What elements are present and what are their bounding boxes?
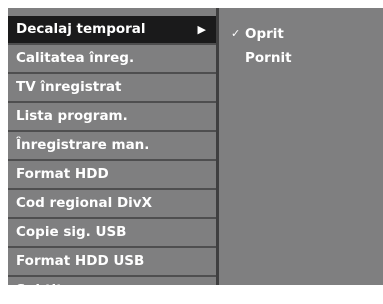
submenu-option-off[interactable]: ✓ Oprit [219,24,383,44]
menu-item-label: Subtitr. [16,282,73,298]
menu-item-manual-recording[interactable]: Înregistrare man. [8,132,216,159]
menu-item-recording-quality[interactable]: Calitatea înreg. [8,45,216,72]
submenu-option-label: Pornit [245,50,292,66]
main-menu: Decalaj temporal ▶ Calitatea înreg. TV î… [8,8,216,298]
menu-item-label: Lista program. [16,108,128,124]
checkmark-icon: ✓ [231,27,241,40]
menu-item-format-hdd[interactable]: Format HDD [8,161,216,188]
menu-item-label: Decalaj temporal [16,21,146,37]
menu-item-label: Copie sig. USB [16,224,127,240]
submenu-option-label: Oprit [245,26,284,42]
menu-item-label: TV înregistrat [16,79,122,95]
menu-item-label: Calitatea înreg. [16,50,135,66]
menu-item-subtitles[interactable]: Subtitr. [8,277,216,304]
submenu-panel: ✓ Oprit Pornit [219,8,383,285]
menu-item-label: Format HDD [16,166,109,182]
menu-item-recorded-tv[interactable]: TV înregistrat [8,74,216,101]
menu-item-format-usb-hdd[interactable]: Format HDD USB [8,248,216,275]
menu-item-label: Format HDD USB [16,253,145,269]
submenu-option-on[interactable]: Pornit [219,48,383,68]
submenu-arrow-icon: ▶ [197,23,206,36]
menu-item-time-shift[interactable]: Decalaj temporal ▶ [8,16,216,43]
menu-item-divx-code[interactable]: Cod regional DivX [8,190,216,217]
menu-item-usb-backup[interactable]: Copie sig. USB [8,219,216,246]
menu-item-label: Înregistrare man. [16,137,150,153]
menu-item-label: Cod regional DivX [16,195,153,211]
tv-osd-menu: Decalaj temporal ▶ Calitatea înreg. TV î… [8,8,383,298]
menu-item-program-list[interactable]: Lista program. [8,103,216,130]
